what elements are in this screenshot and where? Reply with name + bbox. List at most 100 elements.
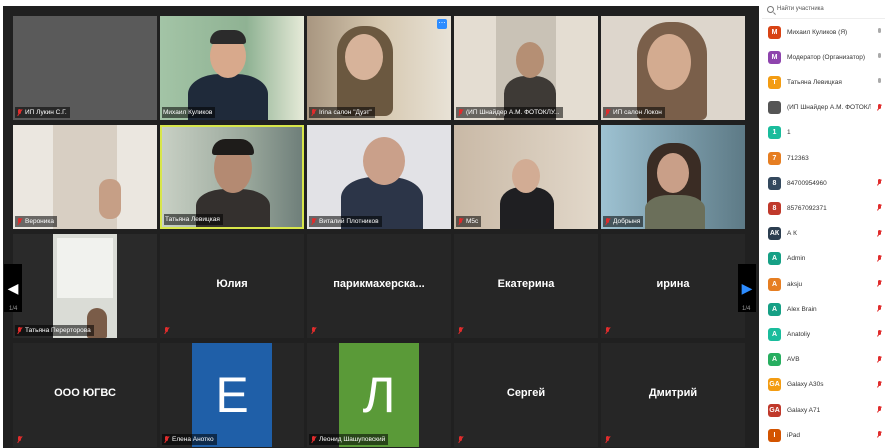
- mic-muted-indicator: [603, 325, 614, 336]
- previous-page-button[interactable]: ◀: [4, 264, 22, 312]
- participant-name: Admin: [787, 255, 806, 263]
- mic-muted-indicator: [456, 325, 467, 336]
- participant-list-item[interactable]: IiPad: [762, 427, 885, 443]
- video-tile[interactable]: Сергей: [454, 343, 598, 447]
- mic-muted-icon[interactable]: [877, 406, 883, 415]
- page-indicator-left: 1/4: [9, 306, 18, 312]
- mic-icon[interactable]: [877, 53, 883, 62]
- participant-name-label: M5c: [456, 216, 482, 227]
- video-tile[interactable]: Вероника: [13, 125, 157, 229]
- participant-name: Модератор (Организатор): [787, 53, 866, 61]
- chevron-left-icon: ◀: [7, 279, 19, 296]
- mic-muted-indicator: [309, 325, 320, 336]
- mic-muted-icon[interactable]: [877, 254, 883, 264]
- mic-muted-icon[interactable]: [877, 330, 883, 339]
- mic-muted-icon: [457, 435, 464, 444]
- page-indicator-right: 1/4: [742, 306, 751, 312]
- video-tile[interactable]: Дмитрий: [601, 343, 745, 447]
- mic-muted-icon: [457, 217, 464, 226]
- participant-avatar: А: [768, 277, 781, 291]
- participant-avatar: М: [768, 50, 781, 64]
- video-tile[interactable]: ирина: [601, 234, 745, 338]
- participant-name: aksju: [787, 280, 803, 288]
- video-tile[interactable]: Виталий Плотников: [307, 125, 451, 229]
- participant-name-label: Михаил Куликов: [162, 107, 216, 118]
- participant-name: (ИП Шнайдер А.М. ФОТОКЛУБ...: [787, 104, 871, 112]
- participant-list-item[interactable]: 11: [762, 125, 885, 141]
- participant-avatar: А: [768, 302, 781, 316]
- video-tile[interactable]: парикмахерска...: [307, 234, 451, 338]
- participant-avatar: [768, 101, 781, 115]
- mic-muted-icon[interactable]: [877, 179, 883, 188]
- mic-muted-icon: [604, 435, 611, 444]
- video-tile[interactable]: ИП Лукин С.Г.: [13, 16, 157, 120]
- participant-name: Alex Brain: [787, 305, 817, 313]
- video-tile[interactable]: ООО ЮГВС: [13, 343, 157, 447]
- participant-list-item[interactable]: Т Татьяна Левицкая: [762, 74, 885, 90]
- video-tile[interactable]: Юлия: [160, 234, 304, 338]
- mic-icon[interactable]: [877, 78, 883, 87]
- participant-name-label: ИП салон Локон: [603, 107, 665, 118]
- mic-muted-indicator: [15, 434, 26, 445]
- participant-list-item[interactable]: А Alex Brain: [762, 301, 885, 317]
- participant-list-item[interactable]: А Admin: [762, 251, 885, 267]
- video-tile[interactable]: Татьяна Перерторова: [13, 234, 157, 338]
- mic-muted-icon[interactable]: [877, 103, 883, 113]
- mic-muted-icon: [163, 435, 170, 444]
- participant-list-item[interactable]: 7 712363: [762, 150, 885, 166]
- mic-muted-icon: [16, 435, 23, 444]
- participant-name-label: Татьяна Перерторова: [15, 325, 94, 336]
- video-tile[interactable]: Е Елена Анотко: [160, 343, 304, 447]
- participant-avatar: GA: [768, 378, 781, 392]
- search-placeholder: Найти участника: [777, 6, 824, 12]
- mic-icon[interactable]: [877, 28, 883, 37]
- mic-muted-icon: [457, 326, 464, 335]
- participant-name-label: (ИП Шнайдер А.М. ФОТОКЛУ...: [456, 107, 563, 118]
- mic-muted-icon[interactable]: [877, 204, 883, 213]
- participant-list-item[interactable]: 8 84700954960: [762, 175, 885, 191]
- participant-list-item[interactable]: Аaksju: [762, 276, 885, 292]
- mic-muted-icon[interactable]: [877, 280, 883, 289]
- participant-list-item[interactable]: А Anatoliy: [762, 326, 885, 342]
- video-gallery: ИП Лукин С.Г. Михаил Куликов ⋯ Irina сал…: [3, 6, 759, 448]
- mic-muted-icon[interactable]: [877, 431, 883, 440]
- mic-muted-icon[interactable]: [877, 229, 883, 239]
- video-tile[interactable]: M5c: [454, 125, 598, 229]
- video-tile[interactable]: Михаил Куликов: [160, 16, 304, 120]
- participant-list-item[interactable]: АК А К: [762, 226, 885, 242]
- video-tile[interactable]: (ИП Шнайдер А.М. ФОТОКЛУ...: [454, 16, 598, 120]
- mic-muted-icon: [457, 108, 464, 117]
- next-page-button[interactable]: ▶: [738, 264, 756, 312]
- participants-panel: Найти участника М Михаил Куликов (Я) М Моде…: [762, 0, 885, 448]
- participant-name-label: Irina салон "Дуэт": [309, 107, 375, 118]
- letter-avatar: Е: [192, 343, 272, 447]
- participant-avatar: 1: [768, 126, 781, 140]
- mic-muted-icon[interactable]: [877, 355, 883, 365]
- participant-name: AVB: [787, 356, 800, 364]
- video-tile[interactable]: ⋯ Irina салон "Дуэт": [307, 16, 451, 120]
- mic-muted-icon: [604, 108, 611, 117]
- participant-avatar: АК: [768, 227, 781, 241]
- participant-list-item[interactable]: А AVB: [762, 352, 885, 368]
- video-tile-active-speaker[interactable]: Татьяна Левицкая: [160, 125, 304, 229]
- mic-muted-icon[interactable]: [877, 380, 883, 390]
- participant-list-item[interactable]: М Модератор (Организатор): [762, 49, 885, 65]
- participant-avatar: 7: [768, 151, 781, 165]
- participant-avatar: GA: [768, 403, 781, 417]
- video-tile[interactable]: Л Леонид Шашуповский: [307, 343, 451, 447]
- participant-list-item[interactable]: GA Galaxy A30s: [762, 377, 885, 393]
- participant-list-item[interactable]: 8 85767092371: [762, 200, 885, 216]
- participant-list-item[interactable]: GA Galaxy A71: [762, 402, 885, 418]
- video-tile[interactable]: Добрыня: [601, 125, 745, 229]
- mic-muted-icon: [604, 217, 611, 226]
- participant-search[interactable]: Найти участника: [762, 0, 885, 19]
- video-tile[interactable]: ИП салон Локон: [601, 16, 745, 120]
- participant-name: Galaxy A30s: [787, 381, 824, 389]
- participant-list-item[interactable]: М Михаил Куликов (Я): [762, 24, 885, 40]
- participant-avatar: Т: [768, 75, 781, 89]
- participant-list-item[interactable]: (ИП Шнайдер А.М. ФОТОКЛУБ...: [762, 100, 885, 116]
- video-tile[interactable]: Екатерина: [454, 234, 598, 338]
- participant-name-label: ИП Лукин С.Г.: [15, 107, 70, 118]
- more-options-button[interactable]: ⋯: [437, 19, 447, 29]
- mic-muted-icon[interactable]: [877, 305, 883, 314]
